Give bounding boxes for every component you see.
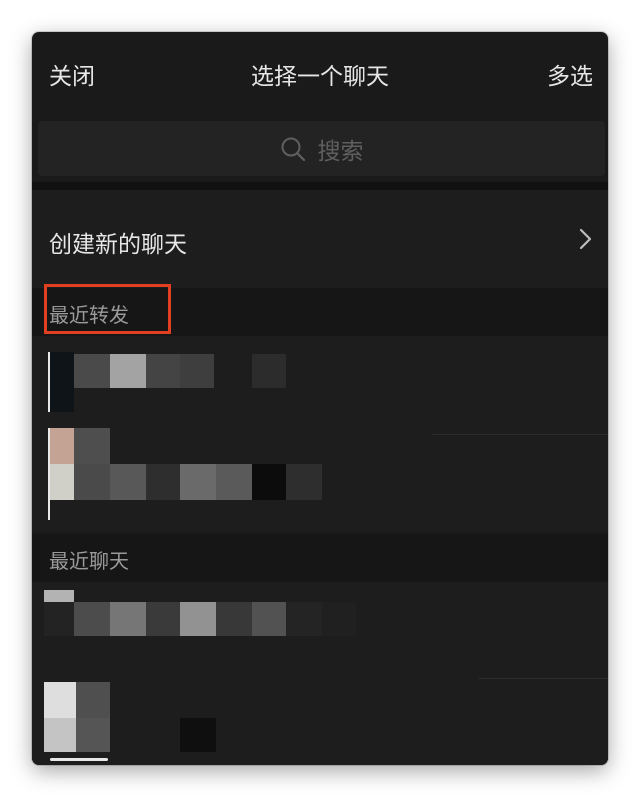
chevron-right-icon: [579, 228, 592, 250]
section-gap: [32, 182, 608, 190]
chat-name-redacted: [286, 464, 322, 500]
avatar: [44, 602, 74, 636]
chat-name-redacted: [252, 602, 286, 636]
avatar: [76, 718, 110, 752]
recent-forward-list: [32, 336, 608, 532]
create-new-chat-label: 创建新的聊天: [49, 232, 187, 258]
chat-name-redacted: [180, 602, 216, 636]
avatar: [44, 718, 76, 752]
search-placeholder: 搜索: [317, 138, 364, 165]
list-item[interactable]: [32, 678, 608, 765]
chat-name-redacted: [146, 354, 180, 388]
chat-name-redacted: [252, 464, 286, 500]
recent-chats-list: [32, 582, 608, 765]
avatar: [44, 590, 74, 602]
chat-name-redacted: [146, 464, 180, 500]
search-icon: [281, 137, 305, 161]
avatar: [44, 682, 76, 718]
page-title: 选择一个聊天: [251, 64, 389, 90]
avatar: [74, 428, 110, 464]
chat-name-redacted: [146, 602, 180, 636]
avatar: [50, 352, 74, 412]
chat-name-redacted: [216, 464, 252, 500]
chat-picker-panel: 选择一个聊天 关闭 多选 搜索 创建新的聊天 最近转发 最近聊天: [32, 32, 608, 765]
search-input[interactable]: 搜索: [38, 121, 605, 176]
chat-name-redacted: [286, 602, 322, 636]
chat-name-redacted: [252, 354, 286, 388]
recent-chats-label: 最近聊天: [49, 549, 129, 573]
avatar: [50, 428, 74, 464]
recent-chats-header: 最近聊天: [32, 534, 608, 582]
chat-name-redacted: [110, 354, 146, 388]
avatar: [76, 682, 110, 718]
avatar: [50, 464, 74, 500]
chat-name-redacted: [74, 354, 110, 388]
list-item[interactable]: [32, 336, 608, 434]
highlight-box: [44, 284, 171, 334]
chat-name-redacted: [110, 464, 146, 500]
top-bar: 选择一个聊天 关闭 多选: [32, 32, 608, 114]
chat-name-redacted: [74, 602, 110, 636]
list-item[interactable]: [32, 422, 608, 532]
multi-select-button[interactable]: 多选: [547, 57, 593, 91]
scroll-indicator: [50, 758, 108, 761]
chat-name-redacted: [180, 718, 216, 752]
chat-name-redacted: [180, 354, 214, 388]
chat-name-redacted: [110, 602, 146, 636]
chat-name-redacted: [322, 602, 356, 636]
chat-name-redacted: [180, 464, 216, 500]
close-button[interactable]: 关闭: [49, 57, 95, 91]
list-item[interactable]: [32, 582, 608, 678]
chat-name-redacted: [74, 464, 110, 500]
chat-name-redacted: [216, 602, 252, 636]
create-new-chat-button[interactable]: 创建新的聊天: [32, 190, 608, 288]
